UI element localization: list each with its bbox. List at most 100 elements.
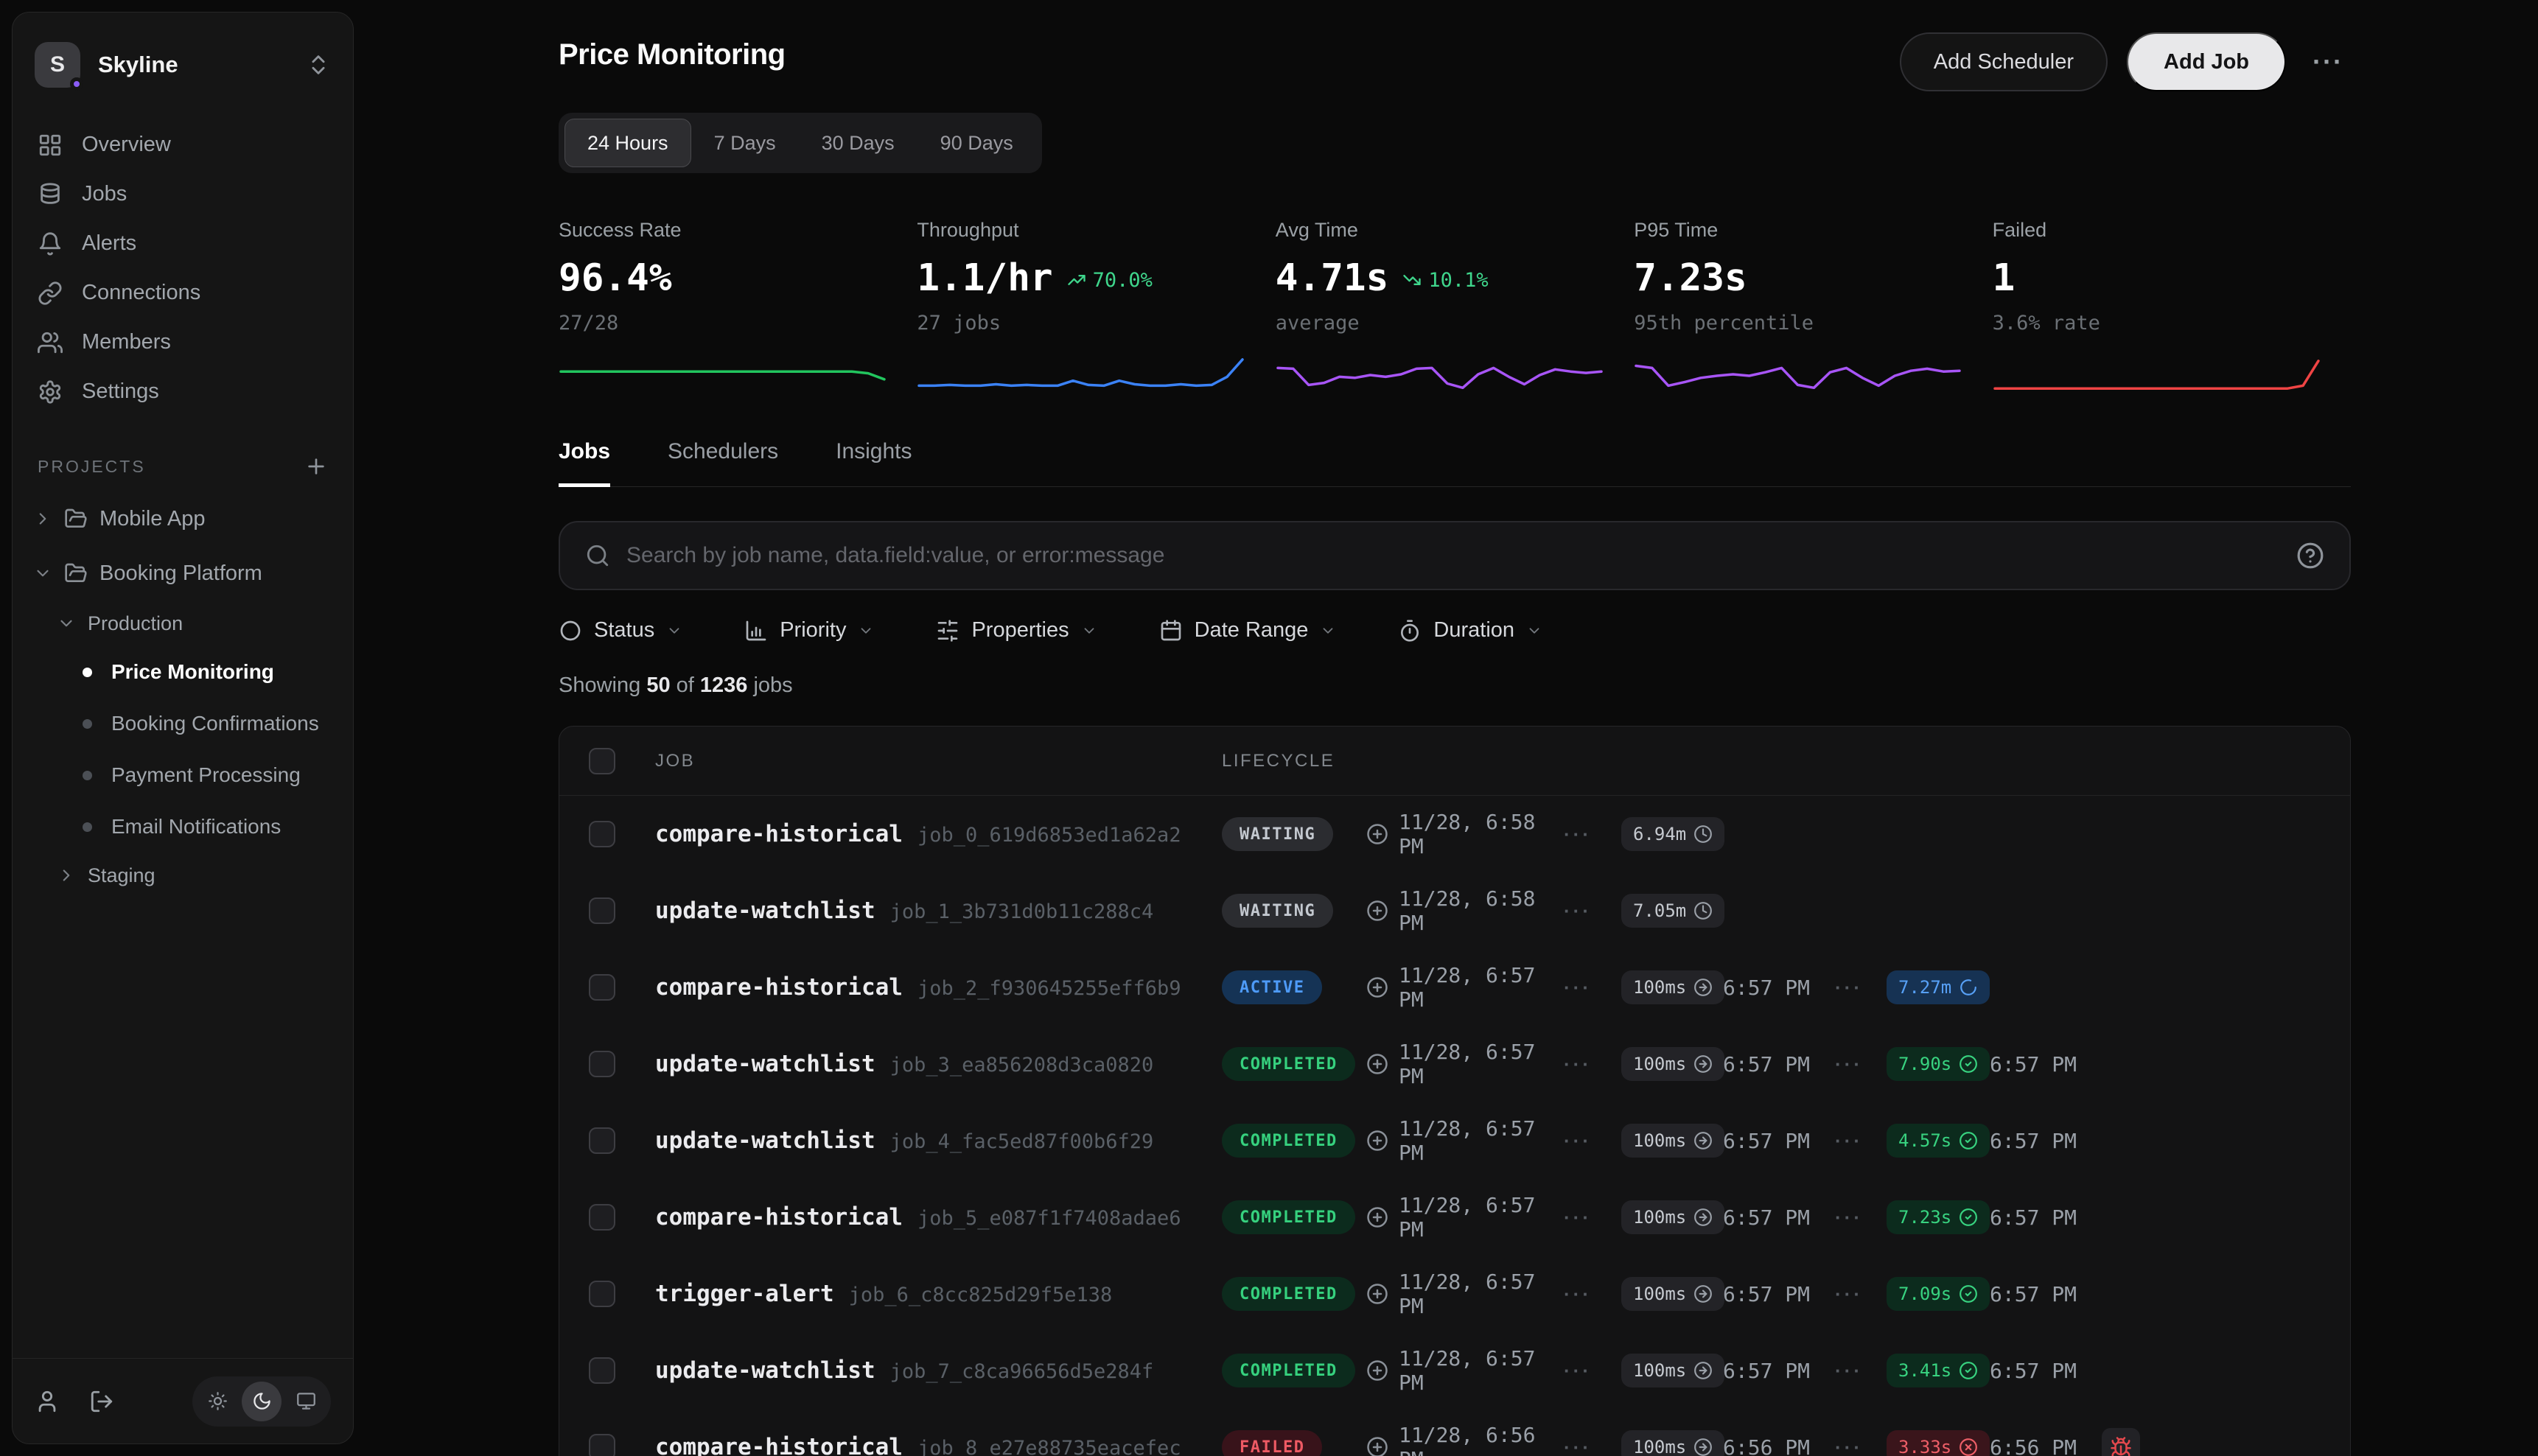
view-tabs: Jobs Schedulers Insights: [559, 439, 2351, 487]
stat-label: P95 Time: [1634, 219, 1992, 242]
row-checkbox[interactable]: [589, 821, 615, 847]
job-name[interactable]: compare-historical: [655, 821, 903, 847]
row-checkbox[interactable]: [589, 1204, 615, 1231]
stat-sparkline: [1634, 354, 1992, 396]
table-row[interactable]: update-watchlist job_3_ea856208d3ca0820 …: [559, 1026, 2350, 1102]
job-name[interactable]: update-watchlist: [655, 1357, 875, 1384]
nav-label: Connections: [82, 281, 200, 305]
time-range-option[interactable]: 30 Days: [799, 119, 917, 167]
created-icon: [1366, 1053, 1388, 1075]
filter-properties[interactable]: Properties: [936, 618, 1097, 643]
created-icon: [1366, 1436, 1388, 1456]
job-name[interactable]: update-watchlist: [655, 1051, 875, 1077]
tab-jobs[interactable]: Jobs: [559, 439, 610, 487]
workspace-switch-icon[interactable]: [306, 52, 331, 77]
job-name[interactable]: update-watchlist: [655, 897, 875, 924]
table-row[interactable]: update-watchlist job_4_fac5ed87f00b6f29 …: [559, 1102, 2350, 1179]
sidebar-item-overview[interactable]: Overview: [26, 120, 340, 169]
sidebar-item-alerts[interactable]: Alerts: [26, 219, 340, 268]
table-row[interactable]: update-watchlist job_1_3b731d0b11c288c4 …: [559, 872, 2350, 949]
tree-item-staging[interactable]: Staging: [26, 853, 340, 898]
tree-chevron-icon[interactable]: [57, 614, 76, 633]
theme-dark-button[interactable]: [242, 1382, 282, 1421]
search-input[interactable]: [626, 543, 2280, 568]
stat-sparkline: [917, 354, 1275, 396]
tree-item-payment-processing[interactable]: Payment Processing: [26, 749, 340, 801]
account-icon[interactable]: [35, 1389, 60, 1414]
tree-chevron-icon[interactable]: [33, 564, 52, 583]
tree-item-email-notifications[interactable]: Email Notifications: [26, 801, 340, 853]
sidebar-item-settings[interactable]: Settings: [26, 367, 340, 416]
lifecycle-separator: ···: [1564, 1283, 1621, 1306]
table-row[interactable]: trigger-alert job_6_c8cc825d29f5e138 COM…: [559, 1256, 2350, 1332]
row-checkbox[interactable]: [589, 1434, 615, 1456]
job-name[interactable]: compare-historical: [655, 974, 903, 1001]
tree-item-mobile-app[interactable]: Mobile App: [26, 491, 340, 546]
error-bug-icon[interactable]: [2102, 1428, 2140, 1456]
row-checkbox[interactable]: [589, 1281, 615, 1307]
filter-priority[interactable]: Priority: [744, 618, 874, 643]
chevron-down-icon: [1526, 623, 1542, 639]
theme-light-button[interactable]: [197, 1382, 237, 1421]
table-row[interactable]: update-watchlist job_7_c8ca96656d5e284f …: [559, 1332, 2350, 1409]
search-help-icon[interactable]: [2296, 542, 2324, 570]
table-row[interactable]: compare-historical job_5_e087f1f7408adae…: [559, 1179, 2350, 1256]
tree-item-production[interactable]: Production: [26, 601, 340, 646]
add-project-button[interactable]: [304, 455, 328, 478]
sidebar-item-connections[interactable]: Connections: [26, 268, 340, 318]
workspace-switcher[interactable]: S Skyline: [13, 13, 353, 88]
job-name[interactable]: trigger-alert: [655, 1281, 834, 1307]
tree-item-booking-platform[interactable]: Booking Platform: [26, 546, 340, 601]
sidebar-item-members[interactable]: Members: [26, 318, 340, 367]
time-range-option[interactable]: 24 Hours: [564, 119, 691, 167]
table-row[interactable]: compare-historical job_2_f930645255eff6b…: [559, 949, 2350, 1026]
time-range-option[interactable]: 7 Days: [691, 119, 799, 167]
sidebar-item-jobs[interactable]: Jobs: [26, 169, 340, 219]
filter-status[interactable]: Status: [559, 618, 682, 643]
row-checkbox[interactable]: [589, 897, 615, 924]
row-checkbox[interactable]: [589, 1051, 615, 1077]
row-checkbox[interactable]: [589, 1127, 615, 1154]
row-checkbox[interactable]: [589, 1357, 615, 1384]
job-name[interactable]: compare-historical: [655, 1204, 903, 1231]
filter-date-range[interactable]: Date Range: [1159, 618, 1337, 643]
created-icon: [1366, 823, 1388, 845]
select-all-checkbox[interactable]: [589, 748, 615, 774]
tab-insights[interactable]: Insights: [836, 439, 912, 487]
table-row[interactable]: compare-historical job_0_619d6853ed1a62a…: [559, 796, 2350, 872]
tree-chevron-icon[interactable]: [33, 509, 52, 528]
filter-icon: [936, 619, 959, 643]
job-name[interactable]: update-watchlist: [655, 1127, 875, 1154]
queue-dot: [83, 822, 92, 832]
logout-icon[interactable]: [89, 1389, 114, 1414]
tab-schedulers[interactable]: Schedulers: [668, 439, 778, 487]
tree-label: Staging: [88, 864, 155, 887]
theme-toggle: [192, 1376, 331, 1427]
job-id: job_2_f930645255eff6b9: [917, 977, 1181, 1000]
time-range-option[interactable]: 90 Days: [917, 119, 1036, 167]
tree-chevron-icon[interactable]: [57, 866, 76, 885]
ended-time: 6:57 PM: [1990, 1282, 2102, 1306]
status-badge: WAITING: [1222, 817, 1333, 851]
row-checkbox[interactable]: [589, 974, 615, 1001]
run-duration-pill: 7.90s: [1887, 1047, 1990, 1081]
add-scheduler-button[interactable]: Add Scheduler: [1900, 32, 2108, 91]
stat-delta: 70.0%: [1066, 269, 1153, 292]
status-badge: COMPLETED: [1222, 1047, 1355, 1081]
table-row[interactable]: compare-historical job_8_e27e88735eacefe…: [559, 1409, 2350, 1456]
queue-time-pill: 100ms: [1621, 970, 1724, 1004]
tree-item-booking-confirmations[interactable]: Booking Confirmations: [26, 698, 340, 749]
stat-card: Failed 1 3.6% rate: [1993, 219, 2351, 396]
lifecycle-separator: ···: [1835, 1359, 1887, 1382]
created-icon: [1366, 1130, 1388, 1152]
filter-duration[interactable]: Duration: [1398, 618, 1542, 643]
lifecycle-separator: ···: [1835, 1053, 1887, 1076]
tree-label: Price Monitoring: [111, 660, 274, 684]
theme-system-button[interactable]: [286, 1382, 326, 1421]
ended-time: 6:57 PM: [1990, 1052, 2102, 1077]
tree-item-price-monitoring[interactable]: Price Monitoring: [26, 646, 340, 698]
search-icon: [585, 543, 610, 568]
add-job-button[interactable]: Add Job: [2127, 32, 2286, 91]
job-name[interactable]: compare-historical: [655, 1434, 903, 1456]
more-actions-button[interactable]: ···: [2305, 32, 2351, 91]
